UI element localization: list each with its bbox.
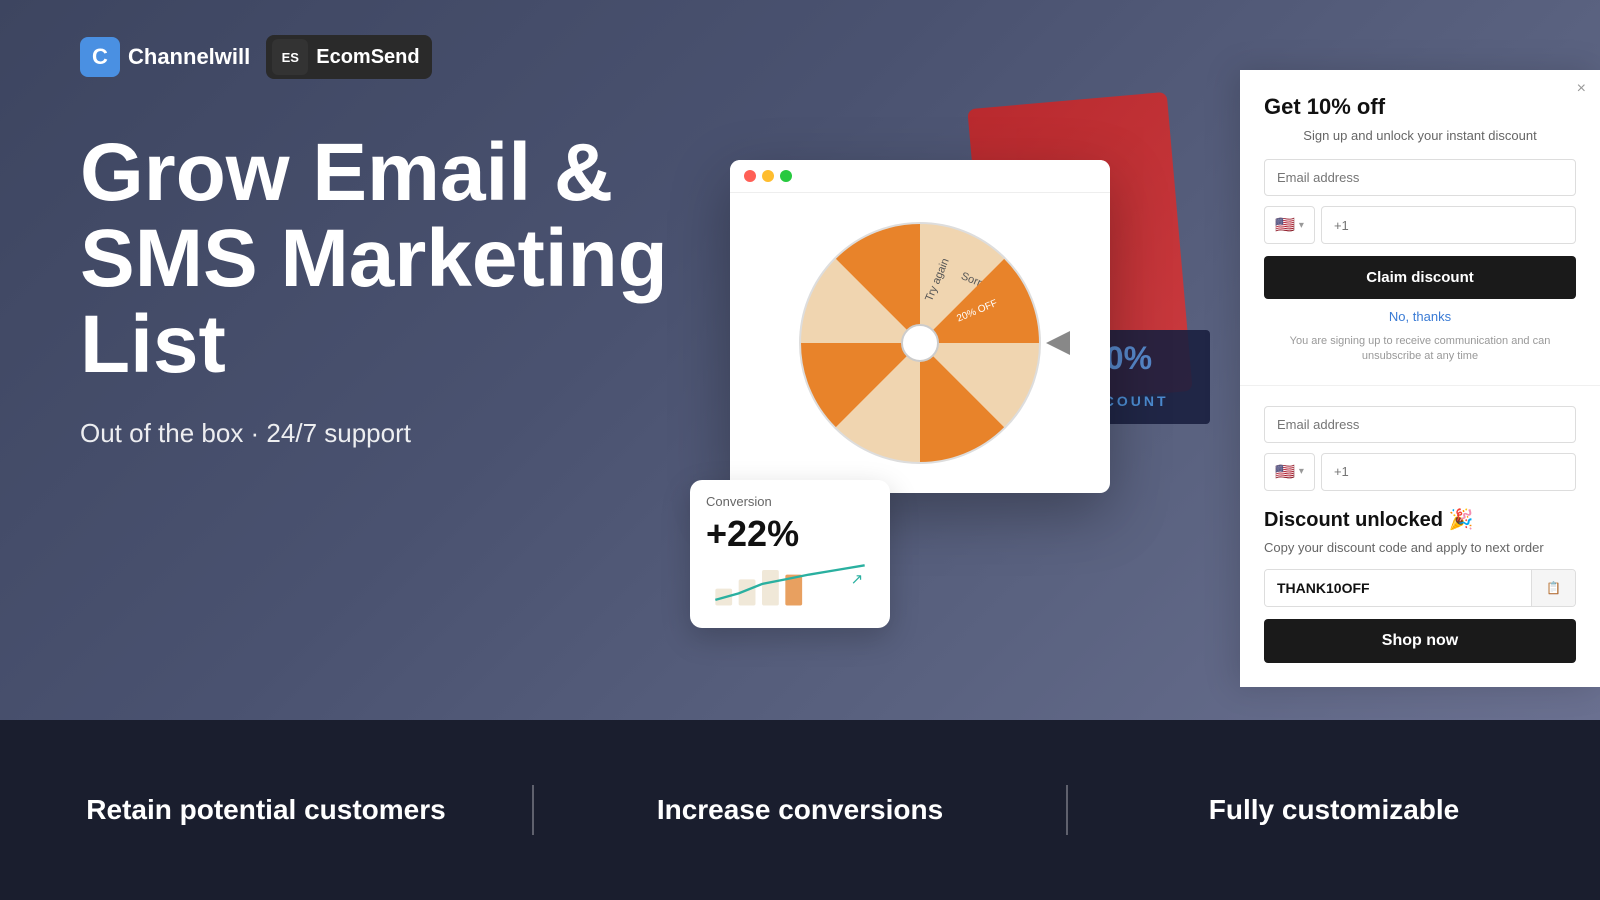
unlocked-subtitle: Copy your discount code and apply to nex… bbox=[1264, 540, 1576, 555]
flag-select-1[interactable]: 🇺🇸 ▾ bbox=[1264, 206, 1315, 244]
copy-button[interactable]: 📋 bbox=[1531, 570, 1575, 606]
flag-select-2[interactable]: 🇺🇸 ▾ bbox=[1264, 453, 1315, 491]
bottom-feature-conversions: Increase conversions bbox=[534, 794, 1066, 826]
bottom-feature-retain: Retain potential customers bbox=[0, 794, 532, 826]
logo-bar: C Channelwill ES EcomSend bbox=[80, 35, 432, 79]
hero-title: Grow Email & SMS Marketing List bbox=[80, 130, 668, 388]
channelwill-name: Channelwill bbox=[128, 44, 250, 70]
svg-text:↗: ↗ bbox=[851, 571, 864, 588]
flag-emoji-1: 🇺🇸 bbox=[1275, 215, 1295, 235]
maximize-dot bbox=[780, 170, 792, 182]
main-container: BLFRI 50%DISCOUNT C Channelwill ES EcomS… bbox=[0, 0, 1600, 900]
ecomsend-name: EcomSend bbox=[316, 46, 419, 69]
phone-input-2[interactable] bbox=[1321, 453, 1576, 491]
phone-row-2: 🇺🇸 ▾ bbox=[1264, 453, 1576, 491]
email-input-1[interactable] bbox=[1264, 159, 1576, 196]
channelwill-logo: C Channelwill bbox=[80, 37, 250, 77]
discount-subtitle: Sign up and unlock your instant discount bbox=[1264, 128, 1576, 143]
spin-wheel-body: Sorry... Free Almost 10% OFF No luck bbox=[730, 193, 1110, 493]
hero-content: Grow Email & SMS Marketing List Out of t… bbox=[80, 130, 668, 449]
discount-title: Get 10% off bbox=[1264, 94, 1576, 120]
conversion-label: Conversion bbox=[706, 494, 874, 509]
conversion-chart: ↗ bbox=[706, 559, 874, 609]
channelwill-icon: C bbox=[80, 37, 120, 77]
no-thanks-link[interactable]: No, thanks bbox=[1264, 309, 1576, 324]
feature-retain-text: Retain potential customers bbox=[86, 794, 445, 826]
discount-code-row: 📋 bbox=[1264, 569, 1576, 607]
unlocked-title: Discount unlocked 🎉 bbox=[1264, 507, 1576, 532]
hero-section: BLFRI 50%DISCOUNT C Channelwill ES EcomS… bbox=[0, 0, 1600, 720]
ecomsend-icon: ES bbox=[272, 39, 308, 75]
flag-emoji-2: 🇺🇸 bbox=[1275, 462, 1295, 482]
close-button[interactable]: × bbox=[1577, 80, 1586, 98]
discount-code-input[interactable] bbox=[1265, 570, 1531, 606]
chevron-down-icon-2: ▾ bbox=[1299, 466, 1304, 477]
wheel-container: Sorry... Free Almost 10% OFF No luck bbox=[790, 213, 1050, 473]
close-dot bbox=[744, 170, 756, 182]
feature-conversions-text: Increase conversions bbox=[657, 794, 943, 826]
ecomsend-logo: ES EcomSend bbox=[266, 35, 431, 79]
spin-wheel-widget: Sorry... Free Almost 10% OFF No luck bbox=[730, 160, 1110, 493]
spin-wheel-titlebar bbox=[730, 160, 1110, 193]
wheel-svg: Sorry... Free Almost 10% OFF No luck bbox=[790, 213, 1050, 473]
minimize-dot bbox=[762, 170, 774, 182]
claim-discount-button[interactable]: Claim discount bbox=[1264, 256, 1576, 299]
conversion-value: +22% bbox=[706, 513, 874, 555]
consent-text: You are signing up to receive communicat… bbox=[1264, 334, 1576, 365]
discount-section-1: Get 10% off Sign up and unlock your inst… bbox=[1240, 70, 1600, 386]
email-input-2[interactable] bbox=[1264, 406, 1576, 443]
feature-customizable-text: Fully customizable bbox=[1209, 794, 1460, 826]
bottom-feature-customizable: Fully customizable bbox=[1068, 794, 1600, 826]
phone-input-1[interactable] bbox=[1321, 206, 1576, 244]
conversion-card: Conversion +22% ↗ bbox=[690, 480, 890, 628]
wheel-pointer bbox=[1046, 331, 1070, 355]
chevron-down-icon: ▾ bbox=[1299, 220, 1304, 231]
phone-row-1: 🇺🇸 ▾ bbox=[1264, 206, 1576, 244]
discount-popup: × Get 10% off Sign up and unlock your in… bbox=[1240, 70, 1600, 687]
hero-subtitle: Out of the box · 24/7 support bbox=[80, 418, 668, 449]
discount-section-2: 🇺🇸 ▾ Discount unlocked 🎉 Copy your disco… bbox=[1240, 386, 1600, 687]
shop-now-button[interactable]: Shop now bbox=[1264, 619, 1576, 663]
bottom-bar: Retain potential customers Increase conv… bbox=[0, 720, 1600, 900]
